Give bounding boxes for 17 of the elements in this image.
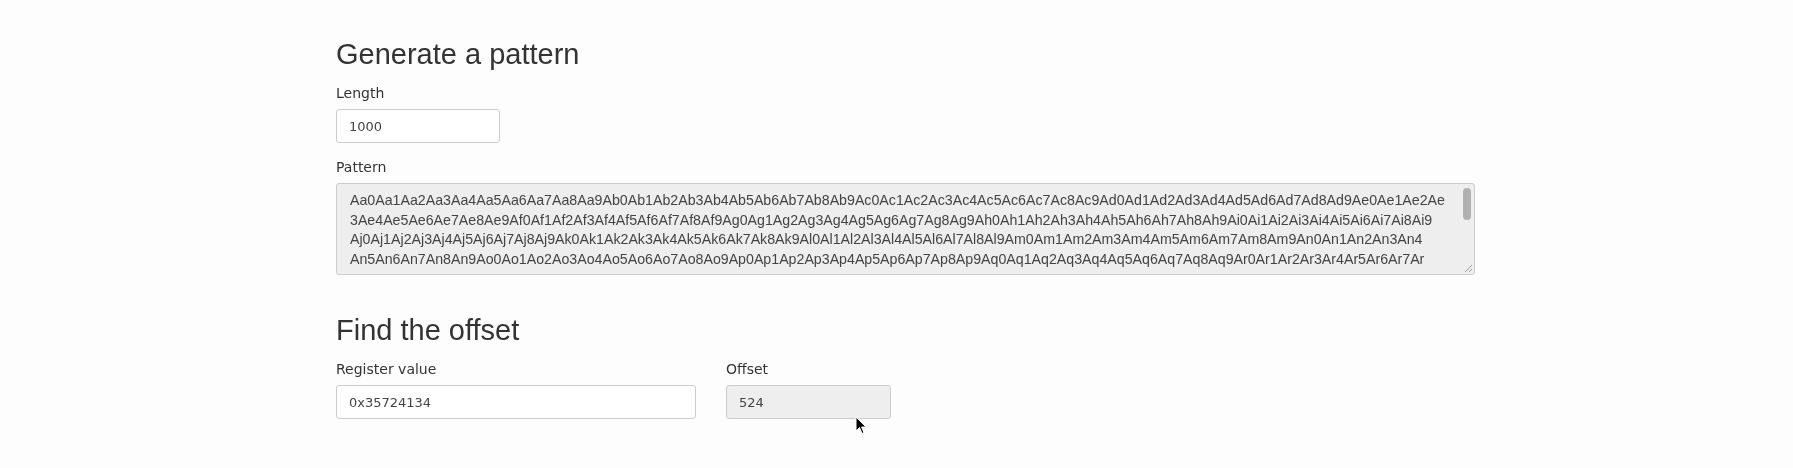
pattern-text-line: Aj0Aj1Aj2Aj3Aj4Aj5Aj6Aj7Aj8Aj9Ak0Ak1Ak2Ak3Ak4Ak5Ak6Ak7Ak8Ak9Al0Al1Al2Al3Al4Al5Al6Al7Al8Al9Am0Am1Am2Am3Am4Am5Am6Am7Am8Am9An0An1An2An3An4 [350,230,1423,249]
pattern-text-line: An5An6An7An8An9Ao0Ao1Ao2Ao3Ao4Ao5Ao6Ao7Ao8Ao9Ap0Ap1Ap2Ap3Ap4Ap5Ap6Ap7Ap8Ap9Aq0Aq1Aq2Aq3Aq4Aq5Aq6Aq7Aq8Aq9Ar0Ar1Ar2Ar3Ar4Ar5Ar6Ar7Ar [350,249,1425,269]
offset-output[interactable]: 524 [726,385,891,419]
pattern-textarea[interactable] [336,183,1475,275]
register-input[interactable]: 0x35724134 [336,385,696,419]
field-label: Offset [726,360,769,379]
scrollbar-thumb[interactable] [1463,188,1471,220]
field-label: Length [336,84,385,103]
section-heading: Generate a pattern [336,37,581,72]
pattern-text-line: 3Ae4Ae5Ae6Ae7Ae8Ae9Af0Af1Af2Af3Af4Af5Af6Af7Af8Af9Ag0Ag1Ag2Ag3Ag4Ag5Ag6Ag7Ag8Ag9Ah0Ah1Ah2Ah3Ah4Ah5Ah6Ah7Ah8Ah9Ai0Ai1Ai2Ai3Ai4Ai5Ai6Ai7Ai8Ai9 [350,210,1433,230]
mouse-pointer-icon [855,416,867,435]
pattern-text-line: Aa0Aa1Aa2Aa3Aa4Aa5Aa6Aa7Aa8Aa9Ab0Ab1Ab2Ab3Ab4Ab5Ab6Ab7Ab8Ab9Ac0Ac1Ac2Ac3Ac4Ac5Ac6Ac7Ac8Ac9Ad0Ad1Ad2Ad3Ad4Ad5Ad6Ad7Ad8Ad9Ae0Ae1Ae2Ae [350,191,1445,210]
field-label: Pattern [336,158,387,177]
field-label: Register value [336,360,437,379]
resize-grip-icon[interactable] [1464,264,1473,273]
length-input[interactable]: 1000 [336,109,500,143]
section-heading: Find the offset [336,313,521,348]
